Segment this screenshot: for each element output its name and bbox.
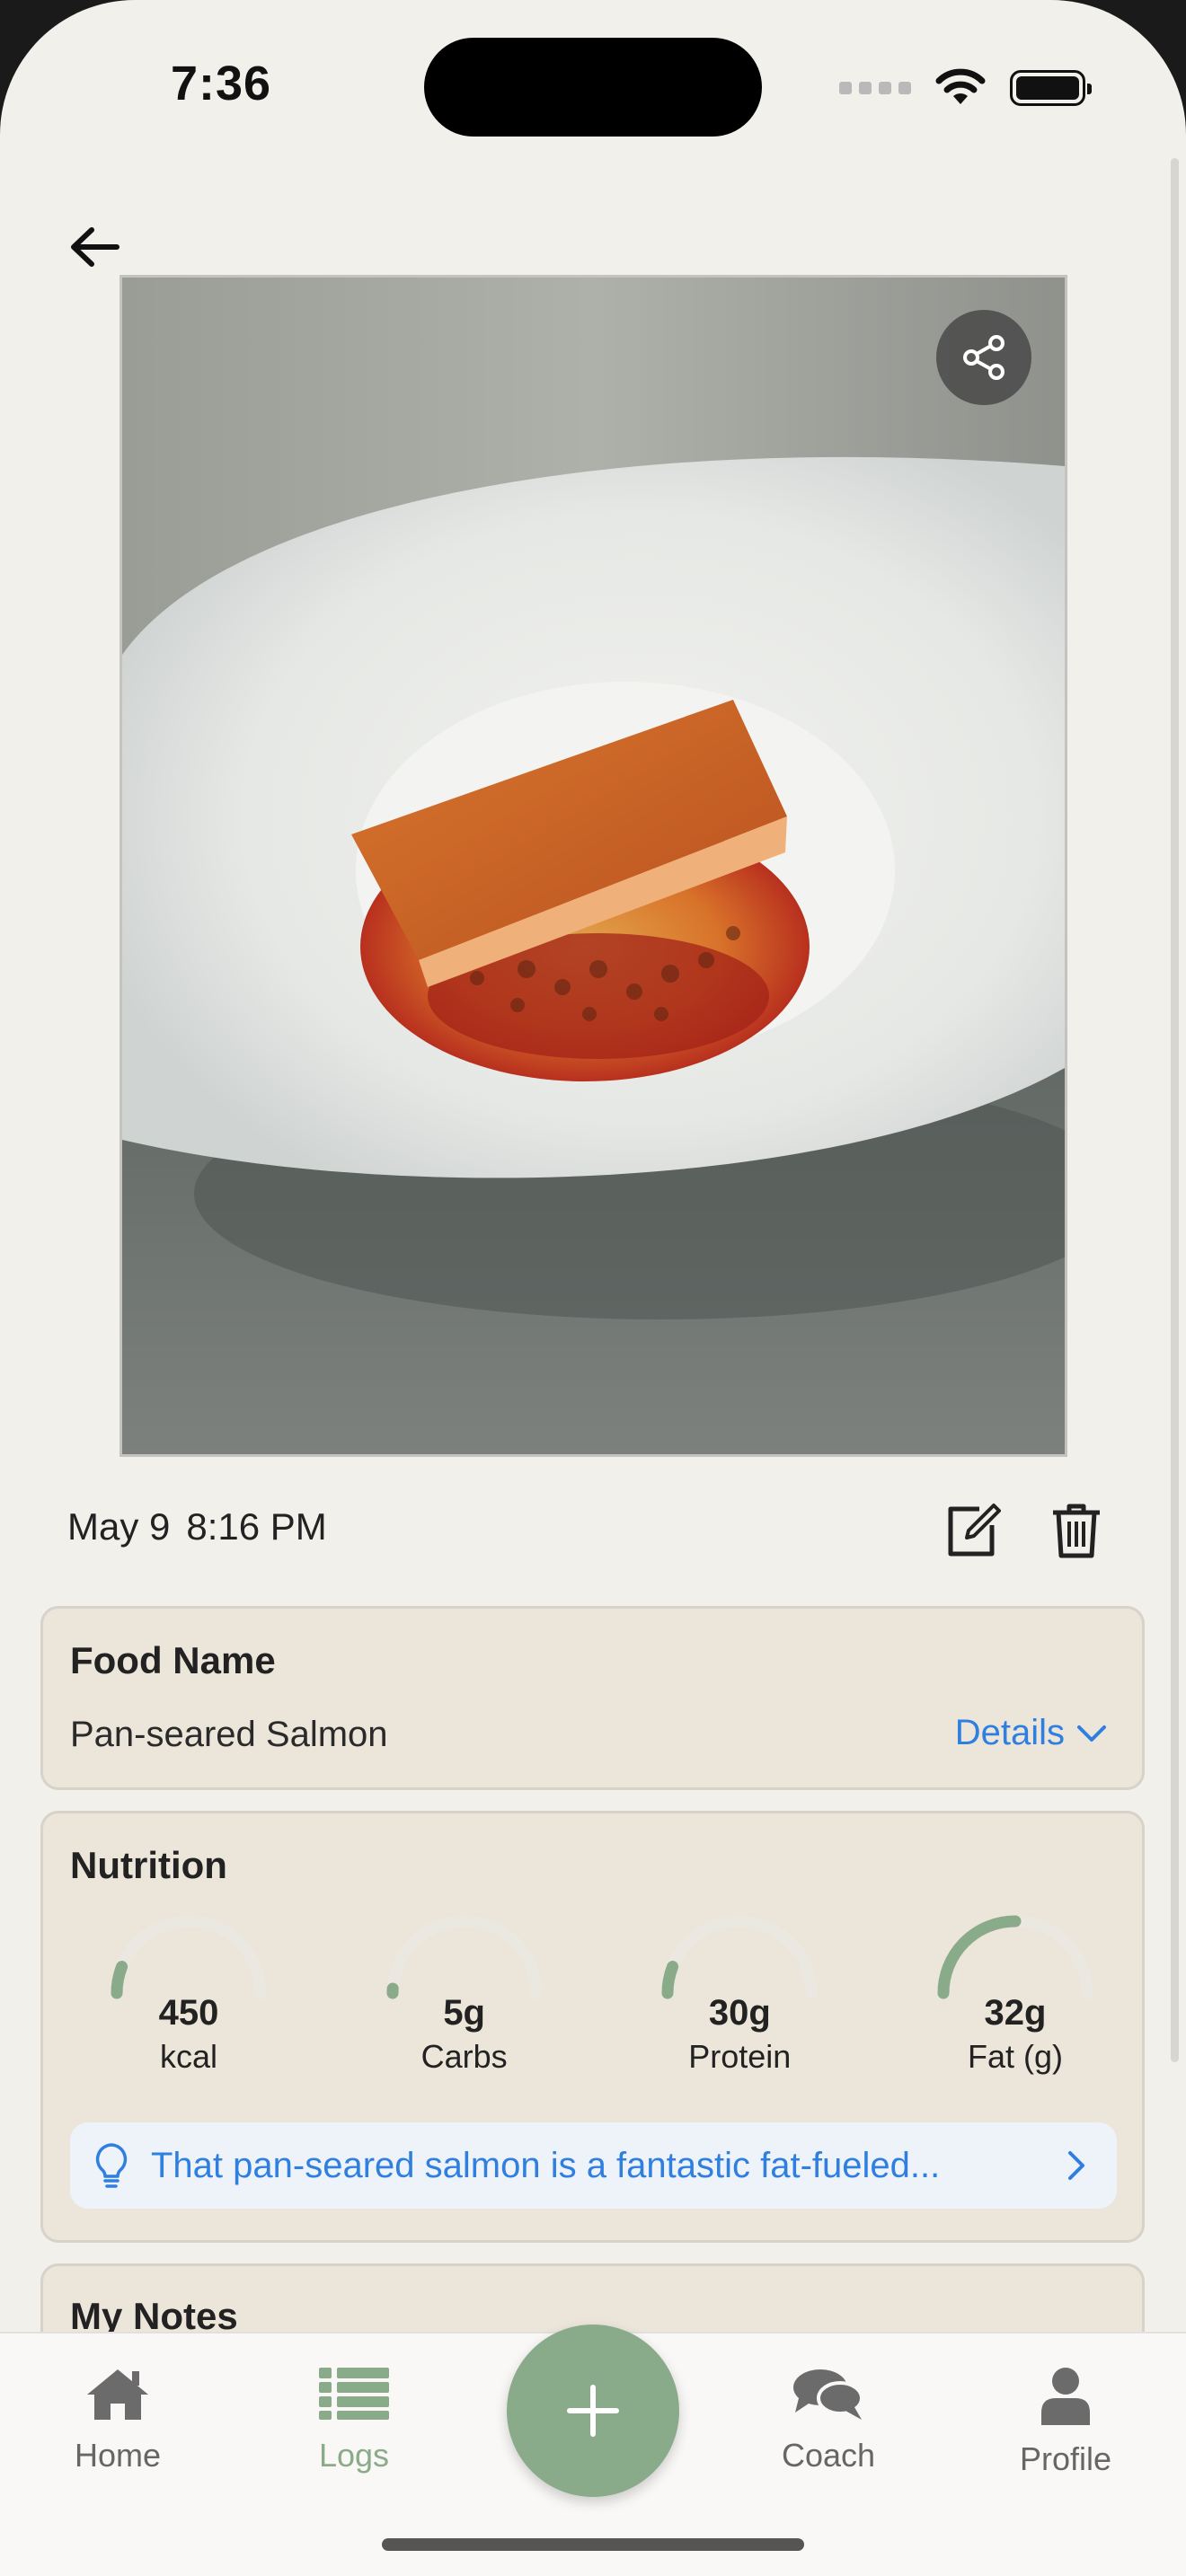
food-name-value: Pan-seared Salmon bbox=[70, 1715, 388, 1754]
phone-screen: 7:36 May 9 8:16 PM Food Name Pan-seared … bbox=[0, 0, 1186, 2576]
battery-icon bbox=[1010, 70, 1092, 106]
tab-profile-label: Profile bbox=[1019, 2440, 1112, 2477]
gauge-carbs-unit: Carbs bbox=[420, 2038, 508, 2075]
entry-date: May 9 bbox=[67, 1505, 171, 1548]
tab-coach[interactable]: Coach bbox=[739, 2366, 918, 2475]
dynamic-island bbox=[424, 38, 762, 137]
nutrition-gauges: 450 kcal 5g Carbs 30g Protein 32g Fat (g… bbox=[99, 1912, 1105, 2075]
tab-profile[interactable]: Profile bbox=[976, 2366, 1155, 2478]
share-icon bbox=[963, 335, 1005, 380]
gauge-fat-value: 32g bbox=[984, 1993, 1047, 2033]
edit-icon bbox=[948, 1504, 1001, 1557]
cellular-signal-icon bbox=[839, 82, 911, 94]
trash-icon bbox=[1053, 1504, 1100, 1558]
gauge-carbs-value: 5g bbox=[443, 1993, 485, 2033]
gauge-calories-value: 450 bbox=[158, 1993, 219, 2033]
gauge-calories-unit: kcal bbox=[159, 2038, 218, 2075]
coach-tip-banner[interactable]: That pan-seared salmon is a fantastic fa… bbox=[70, 2122, 1117, 2209]
tab-logs-label: Logs bbox=[318, 2437, 390, 2474]
gauge-protein-value: 30g bbox=[708, 1993, 771, 2033]
tab-coach-label: Coach bbox=[781, 2437, 876, 2474]
food-name-card: Food Name Pan-seared Salmon Details bbox=[40, 1606, 1145, 1790]
entry-datetime: May 9 8:16 PM bbox=[67, 1505, 327, 1548]
chevron-right-icon bbox=[1068, 2151, 1084, 2180]
delete-button[interactable] bbox=[1048, 1502, 1105, 1559]
share-button[interactable] bbox=[936, 310, 1031, 405]
tab-logs[interactable]: Logs bbox=[264, 2366, 444, 2475]
edit-button[interactable] bbox=[943, 1502, 1001, 1559]
nutrition-title: Nutrition bbox=[70, 1844, 227, 1886]
gauge-protein: 30g Protein bbox=[650, 1912, 829, 2075]
plus-icon bbox=[567, 2385, 619, 2437]
gauge-carbs: 5g Carbs bbox=[375, 1912, 554, 2075]
entry-time: 8:16 PM bbox=[186, 1505, 327, 1548]
gauge-fat: 32g Fat (g) bbox=[925, 1912, 1105, 2075]
coach-tip-text: That pan-seared salmon is a fantastic fa… bbox=[151, 2145, 941, 2185]
status-time: 7:36 bbox=[171, 57, 272, 110]
home-indicator[interactable] bbox=[382, 2538, 804, 2551]
gauge-calories-arc bbox=[111, 1961, 128, 1999]
wifi-icon bbox=[935, 68, 986, 104]
nutrition-card: Nutrition 450 kcal 5g Carbs 30g Protein … bbox=[40, 1811, 1145, 2243]
lightbulb-icon bbox=[95, 2143, 128, 2188]
food-name-title: Food Name bbox=[70, 1639, 276, 1681]
arrow-left-icon bbox=[71, 227, 119, 267]
add-entry-button[interactable] bbox=[507, 2325, 679, 2497]
gauge-fat-unit: Fat (g) bbox=[967, 2038, 1063, 2075]
profile-icon bbox=[1041, 2368, 1090, 2425]
gauge-calories: 450 kcal bbox=[99, 1912, 279, 2075]
tab-home-label: Home bbox=[74, 2437, 162, 2474]
tab-home[interactable]: Home bbox=[28, 2366, 208, 2475]
gauge-fat-arc bbox=[937, 1915, 1022, 1999]
home-icon bbox=[87, 2369, 148, 2420]
gauge-protein-arc bbox=[661, 1961, 679, 1999]
back-button[interactable] bbox=[61, 216, 129, 278]
details-button[interactable]: Details bbox=[955, 1713, 1108, 1753]
gauge-protein-unit: Protein bbox=[688, 2038, 792, 2075]
chevron-down-icon bbox=[1077, 1725, 1106, 1742]
scrollbar[interactable] bbox=[1171, 158, 1179, 2062]
details-label: Details bbox=[954, 1713, 1065, 1752]
food-photo bbox=[119, 275, 1067, 1457]
status-icons bbox=[839, 66, 1092, 110]
list-icon bbox=[319, 2368, 389, 2420]
chat-icon bbox=[793, 2369, 863, 2420]
